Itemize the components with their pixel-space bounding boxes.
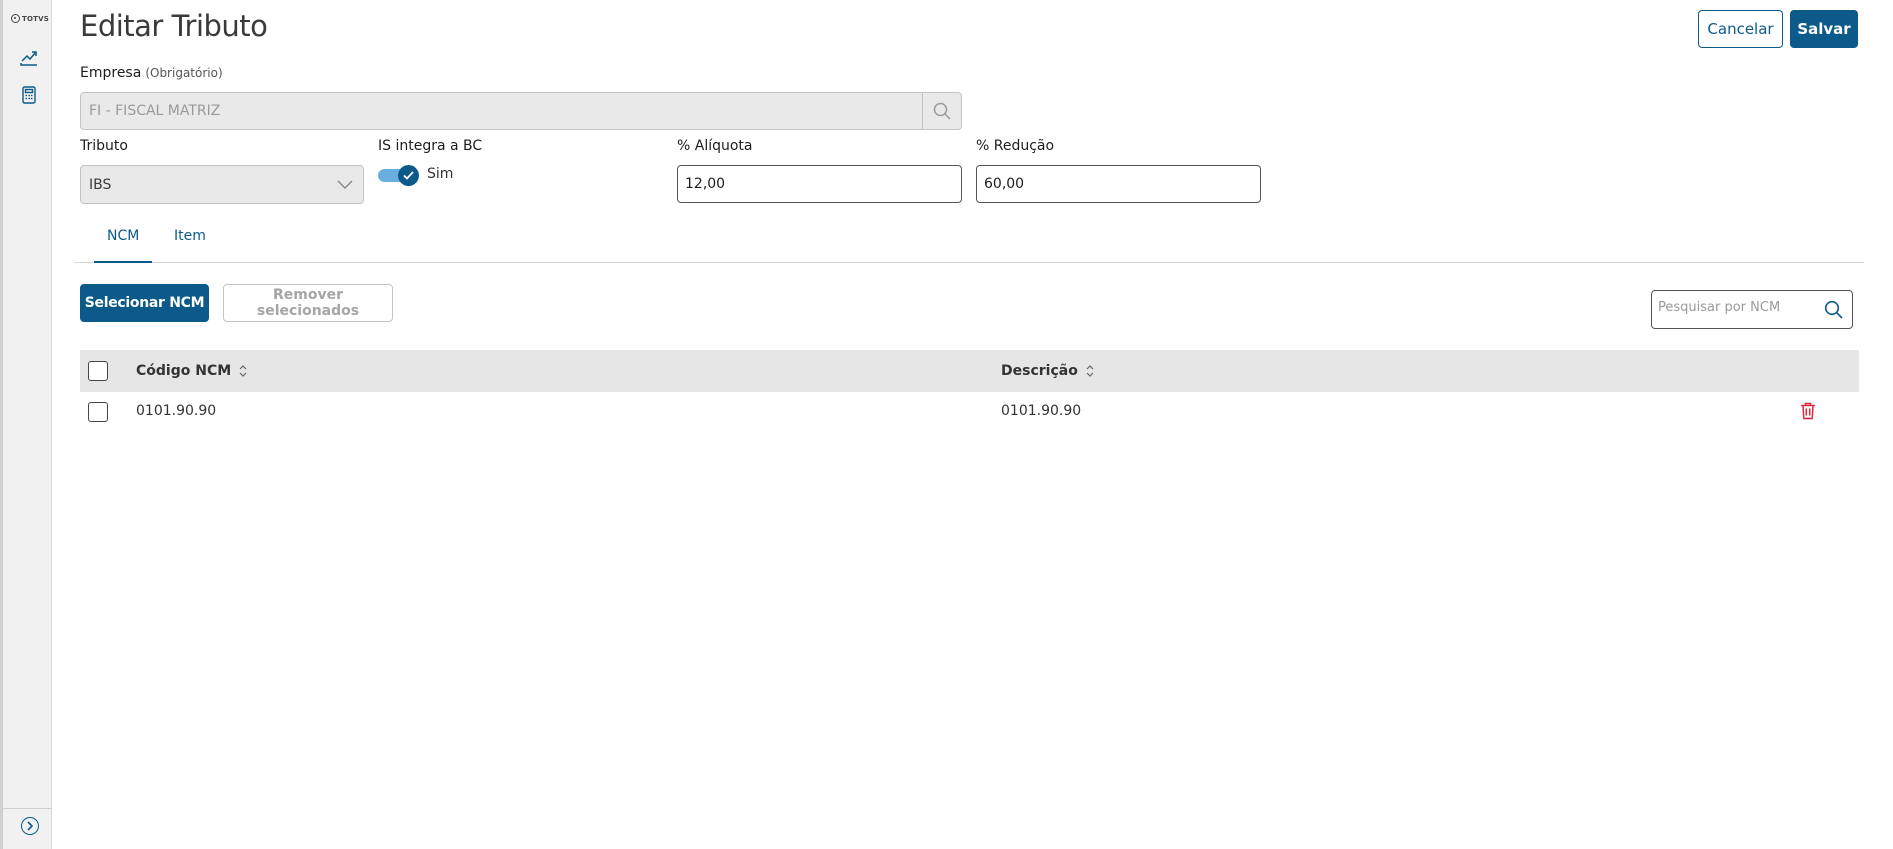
aliquota-input[interactable]: 12,00 [677, 165, 962, 203]
search-icon[interactable] [1824, 300, 1843, 319]
check-icon [403, 171, 414, 180]
required-hint: (Obrigatório) [145, 66, 223, 80]
reducao-input[interactable]: 60,00 [976, 165, 1261, 203]
empresa-label: Empresa (Obrigatório) [80, 65, 223, 81]
totvs-logo: TOTVS [11, 14, 49, 23]
chevron-down-icon [337, 180, 353, 189]
is-integra-bc-toggle[interactable] [378, 165, 420, 186]
empresa-lookup-field: FI - FISCAL MATRIZ [80, 92, 962, 130]
search-icon [933, 102, 951, 120]
cancel-button[interactable]: Cancelar [1698, 10, 1783, 48]
sidebar-divider [3, 808, 52, 809]
empresa-search-button [922, 93, 961, 129]
tributo-value: IBS [89, 177, 112, 193]
cell-descricao: 0101.90.90 [1001, 403, 1082, 419]
chevron-right-circle-icon[interactable] [21, 817, 39, 835]
reducao-value: 60,00 [984, 176, 1025, 192]
tributo-select: IBS [80, 165, 364, 204]
ncm-search-input[interactable] [1658, 300, 1818, 315]
is-integra-bc-label: IS integra a BC [378, 138, 483, 154]
chart-line-icon[interactable] [20, 48, 38, 66]
sort-icon[interactable] [1086, 364, 1094, 378]
active-tab-indicator [94, 261, 152, 263]
page-title: Editar Tributo [80, 9, 268, 43]
empresa-value: FI - FISCAL MATRIZ [89, 103, 221, 119]
save-button[interactable]: Salvar [1790, 10, 1858, 48]
column-header-codigo-label: Código NCM [136, 363, 232, 379]
sidebar: TOTVS [0, 0, 52, 849]
toggle-knob [398, 165, 419, 186]
row-checkbox[interactable] [88, 402, 108, 422]
column-header-descricao-label: Descrição [1001, 363, 1078, 379]
cell-codigo: 0101.90.90 [136, 403, 217, 419]
logo-text: TOTVS [22, 14, 49, 23]
empresa-label-text: Empresa [80, 65, 142, 81]
trash-icon[interactable] [1800, 402, 1816, 420]
reducao-label: % Redução [976, 138, 1055, 154]
select-ncm-button[interactable]: Selecionar NCM [80, 284, 209, 322]
select-all-checkbox[interactable] [88, 361, 108, 381]
column-header-codigo[interactable]: Código NCM [136, 363, 247, 379]
logo-mark-icon [11, 14, 20, 23]
is-integra-bc-value: Sim [427, 166, 454, 182]
calculator-icon[interactable] [20, 86, 38, 104]
tab-ncm[interactable]: NCM [107, 228, 139, 244]
tabs-bar: NCM Item [74, 222, 1864, 263]
table-row: 0101.90.90 0101.90.90 [80, 392, 1859, 432]
aliquota-value: 12,00 [685, 176, 726, 192]
ncm-search-field [1651, 290, 1853, 329]
sort-icon[interactable] [239, 364, 247, 378]
column-header-descricao[interactable]: Descrição [1001, 363, 1094, 379]
aliquota-label: % Alíquota [677, 138, 753, 154]
tab-item[interactable]: Item [174, 228, 206, 244]
table-header: Código NCM Descrição [80, 350, 1859, 392]
tributo-label: Tributo [80, 138, 128, 154]
remove-selected-button[interactable]: Remover selecionados [223, 284, 393, 322]
